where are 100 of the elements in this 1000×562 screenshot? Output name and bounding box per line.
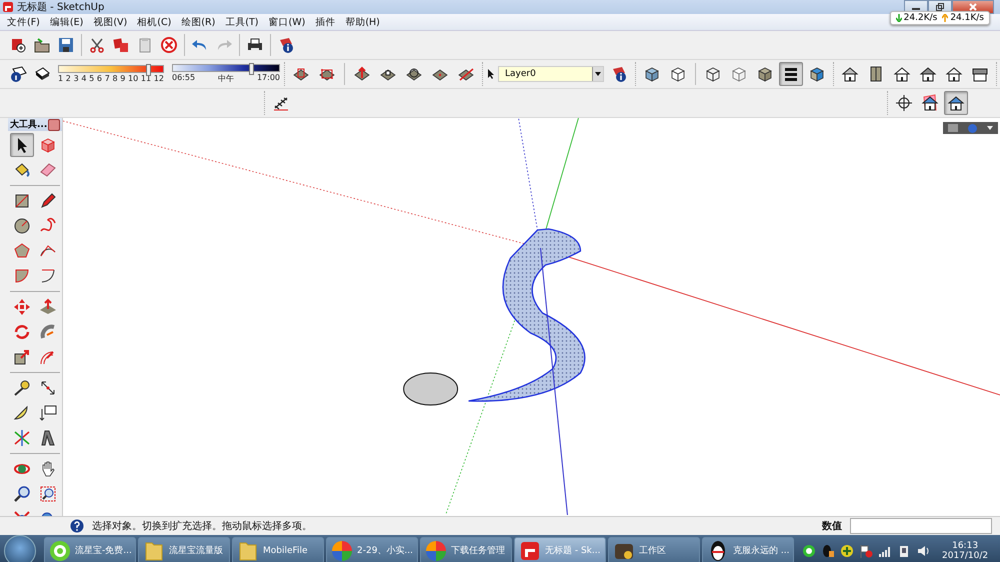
circle-icon — [13, 217, 31, 235]
info-icon — [9, 65, 27, 83]
striped-cube-icon — [782, 65, 800, 83]
month-label: 4 — [81, 74, 86, 83]
house-outline-icon — [945, 65, 963, 83]
download-speed: 24.2K/s — [904, 13, 938, 23]
layer-dropdown[interactable]: Layer0 — [498, 66, 604, 82]
walk-house-icon — [921, 94, 939, 112]
push-pull-icon — [39, 298, 57, 316]
menu-item[interactable]: 窗口(W) — [264, 16, 310, 28]
flag-error-icon[interactable] — [859, 544, 873, 558]
dimension-icon — [39, 379, 57, 397]
pointer-arrow-button[interactable] — [10, 133, 34, 157]
month-label: 9 — [120, 74, 126, 83]
pinwheel-icon — [425, 540, 447, 562]
month-label: 3 — [74, 74, 79, 83]
clock-time: 16:13 — [952, 540, 978, 550]
rotate-icon — [13, 323, 31, 341]
folder-icon — [143, 540, 165, 562]
look-house-button[interactable] — [944, 91, 968, 115]
month-slider-thumb[interactable] — [146, 64, 152, 76]
plus-circle-icon[interactable] — [840, 544, 854, 558]
crosshair-icon — [895, 94, 913, 112]
month-label: 7 — [104, 74, 110, 83]
menu-item[interactable]: 工具(T) — [220, 16, 264, 28]
menu-item[interactable]: 视图(V) — [88, 16, 132, 28]
menu-item[interactable]: 帮助(H) — [340, 16, 385, 28]
window-title: 无标题 - SketchUp — [17, 0, 104, 14]
month-label: 1 — [58, 74, 64, 83]
dropdown-arrow-icon — [595, 72, 601, 76]
hidden-line-cube-icon — [730, 65, 748, 83]
help-icon[interactable] — [70, 519, 84, 533]
striped-cube-button[interactable] — [779, 62, 803, 86]
shadow-box-icon — [33, 65, 51, 83]
pie-icon — [13, 267, 31, 285]
colored-face-cube-icon — [808, 65, 826, 83]
month-label: 8 — [112, 74, 118, 83]
taskbar-item[interactable]: 下载任务管理 — [420, 537, 512, 562]
look-house-icon — [947, 94, 965, 112]
layer-info-icon — [610, 65, 628, 83]
paint-bucket-icon — [13, 161, 31, 179]
copy-icon — [112, 36, 130, 54]
palette-title: 大工具... — [10, 118, 48, 131]
time-label: 中午 — [218, 73, 234, 84]
taskbar-item[interactable]: 流星宝流量版 — [138, 537, 230, 562]
month-label: 12 — [154, 74, 164, 83]
measurements-label: 数值 — [822, 520, 842, 533]
month-label: 2 — [66, 74, 71, 83]
measurements-field[interactable] — [850, 518, 992, 534]
pencil-icon — [39, 192, 57, 210]
eraser-icon — [39, 161, 57, 179]
start-button[interactable] — [4, 534, 36, 562]
wireframe-cube-icon — [704, 65, 722, 83]
power-plug-icon[interactable] — [897, 544, 911, 558]
folder-icon — [237, 540, 259, 562]
taskbar-item[interactable]: MobileFile — [232, 537, 324, 562]
menu-item[interactable]: 相机(C) — [132, 16, 176, 28]
penguin-lock-icon[interactable] — [821, 544, 835, 558]
menu-item[interactable]: 绘图(R) — [176, 16, 220, 28]
month-label: 6 — [96, 74, 102, 83]
menu-item[interactable]: 插件 — [310, 16, 340, 28]
zoom-window-icon — [39, 485, 57, 503]
shaded-cube-icon — [756, 65, 774, 83]
axes-icon — [13, 429, 31, 447]
taskbar-item[interactable]: 2-29、小实... — [326, 537, 418, 562]
taskbar-item[interactable]: 流星宝-免费... — [44, 537, 136, 562]
polygon-icon — [13, 242, 31, 260]
rectangle-icon — [13, 192, 31, 210]
ellipse-shape[interactable] — [403, 372, 458, 406]
disc-icon — [49, 540, 71, 562]
taskbar-item[interactable]: 克服永远的 ... — [702, 537, 794, 562]
tape-measure-icon — [13, 379, 31, 397]
time-slider-thumb[interactable] — [249, 63, 254, 75]
viewport-controls[interactable] — [943, 122, 998, 134]
move-arrows-icon — [13, 298, 31, 316]
upload-arrow-icon — [942, 14, 948, 22]
text-label-icon — [39, 404, 57, 422]
scissors-icon — [88, 36, 106, 54]
letter-shape-icon — [39, 429, 57, 447]
follow-me-icon — [39, 323, 57, 341]
component-cube-icon — [39, 136, 57, 154]
house-side-icon — [919, 65, 937, 83]
xray-cube-icon — [643, 65, 661, 83]
restore-icon — [936, 3, 944, 11]
status-message: 选择对象。切换到扩充选择。拖动鼠标选择多项。 — [92, 520, 313, 533]
menu-item[interactable]: 编辑(E) — [44, 16, 88, 28]
delete-icon — [160, 36, 178, 54]
folder-icon — [33, 36, 51, 54]
speaker-icon[interactable] — [916, 544, 930, 558]
curve-arc-icon — [39, 267, 57, 285]
menu-item[interactable]: 文件(F) — [2, 16, 45, 28]
app-logo-icon — [3, 2, 13, 12]
palette-close-button[interactable] — [48, 118, 60, 130]
month-label: 5 — [89, 74, 94, 83]
scale-icon — [13, 348, 31, 366]
caret-icon[interactable] — [987, 126, 993, 130]
time-slider[interactable]: 06:55 中午 17:00 — [172, 64, 280, 84]
curved-face-shape[interactable] — [468, 228, 586, 402]
taskbar-item[interactable]: 工作区 — [608, 537, 700, 562]
clock-date: 2017/10/2 — [942, 550, 988, 560]
